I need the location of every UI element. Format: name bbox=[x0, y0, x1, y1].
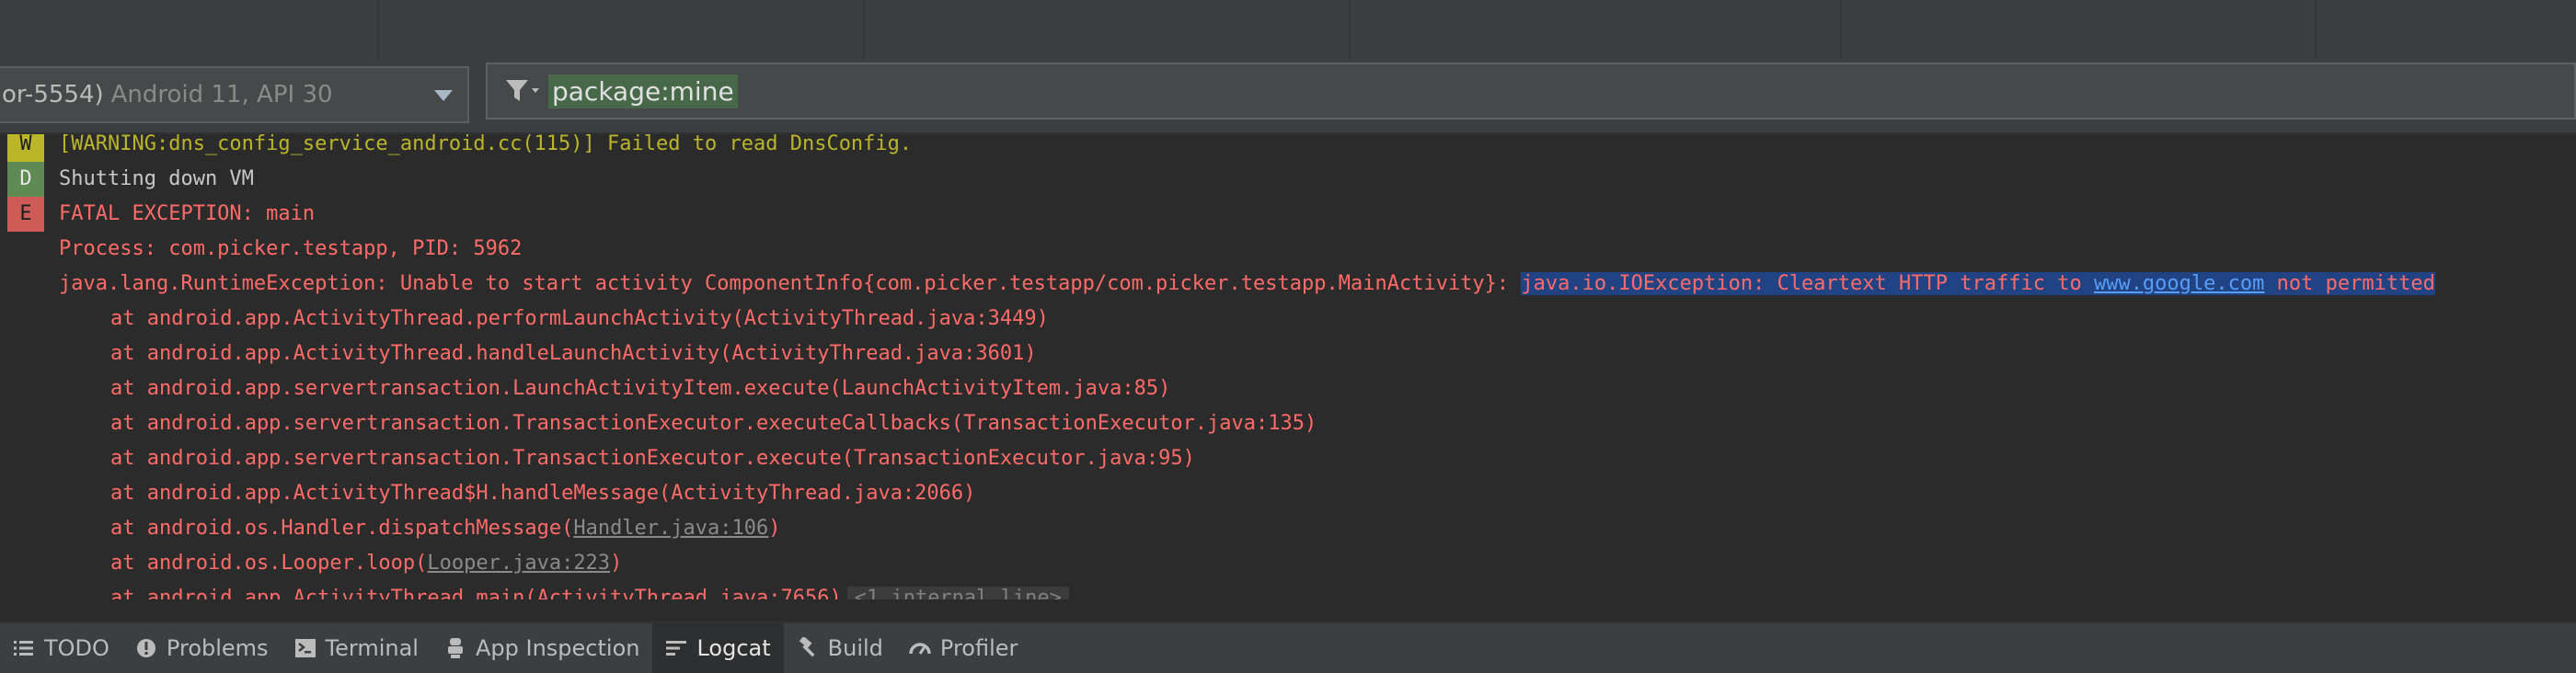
tab-label: Logcat bbox=[696, 635, 771, 661]
tab-label: Build bbox=[827, 635, 883, 661]
strip-separator bbox=[2315, 0, 2317, 59]
stack-frame-text: at android.app.ActivityThread.main(Activ… bbox=[110, 581, 1069, 599]
stack-frame: at android.os.Handler.dispatchMessage(Ha… bbox=[0, 511, 2576, 546]
strip-separator bbox=[1349, 0, 1351, 59]
gauge-icon bbox=[909, 637, 931, 659]
level-badge-error: E bbox=[7, 197, 44, 232]
tool-window-bar: TODO Problems Terminal App Inspection Lo… bbox=[0, 622, 2576, 673]
device-selector[interactable]: or-5554) Android 11, API 30 bbox=[0, 66, 469, 123]
stack-frame-text: at android.os.Handler.dispatchMessage(Ha… bbox=[110, 511, 781, 546]
logcat-icon bbox=[665, 637, 687, 659]
logcat-header: or-5554) Android 11, API 30 package:mine bbox=[0, 59, 2576, 134]
tab-build[interactable]: Build bbox=[784, 623, 896, 673]
stack-frame: at android.app.ActivityThread.handleLaun… bbox=[0, 336, 2576, 371]
device-name: or-5554) bbox=[2, 81, 104, 108]
selected-text-part: java.io.IOException: Cleartext HTTP traf… bbox=[1521, 272, 2094, 295]
frame-suffix: ) bbox=[610, 552, 623, 575]
stack-frame-text: at android.app.servertransaction.Transac… bbox=[110, 412, 1317, 435]
stack-frame: at android.os.Looper.loop(Looper.java:22… bbox=[0, 546, 2576, 581]
top-toolbar-strip bbox=[0, 0, 2576, 60]
source-link[interactable]: Looper.java:223 bbox=[427, 552, 610, 575]
device-api-level: Android 11, API 30 bbox=[110, 81, 333, 108]
warning-circle-icon bbox=[135, 637, 157, 659]
stack-frame: at android.app.ActivityThread.main(Activ… bbox=[0, 581, 2576, 599]
frame-prefix: at android.os.Handler.dispatchMessage( bbox=[110, 517, 574, 540]
log-line: E FATAL EXCEPTION: main bbox=[0, 197, 2576, 232]
log-line: D Shutting down VM bbox=[0, 162, 2576, 197]
logcat-filter-input[interactable]: package:mine bbox=[486, 63, 2576, 120]
stack-frame-text: at android.app.ActivityThread$H.handleMe… bbox=[110, 482, 976, 505]
chevron-down-icon[interactable] bbox=[434, 90, 453, 101]
exception-message: java.lang.RuntimeException: Unable to st… bbox=[59, 267, 2435, 302]
strip-separator bbox=[1840, 0, 1842, 59]
stack-frame: at android.app.ActivityThread.performLau… bbox=[0, 302, 2576, 336]
log-message: Shutting down VM bbox=[59, 167, 254, 190]
filter-query[interactable]: package:mine bbox=[548, 74, 738, 108]
tab-label: TODO bbox=[44, 635, 109, 661]
exception-line: java.lang.RuntimeException: Unable to st… bbox=[0, 267, 2576, 302]
stack-frame-text: at android.os.Looper.loop(Looper.java:22… bbox=[110, 546, 622, 581]
inspection-icon bbox=[444, 637, 466, 659]
list-icon bbox=[13, 637, 35, 659]
stack-frame-text: at android.app.servertransaction.LaunchA… bbox=[110, 377, 1171, 400]
stack-frame-text: at android.app.servertransaction.Transac… bbox=[110, 447, 1195, 470]
stack-frame: at android.app.servertransaction.LaunchA… bbox=[0, 371, 2576, 406]
frame-suffix: ) bbox=[768, 517, 781, 540]
tab-label: Problems bbox=[166, 635, 269, 661]
log-message: Process: com.picker.testapp, PID: 5962 bbox=[59, 237, 523, 260]
stack-frame-text: at android.app.ActivityThread.performLau… bbox=[110, 307, 1049, 330]
tab-problems[interactable]: Problems bbox=[122, 623, 282, 673]
terminal-icon bbox=[294, 637, 316, 659]
tab-todo[interactable]: TODO bbox=[0, 623, 122, 673]
strip-separator bbox=[863, 0, 865, 59]
tab-terminal[interactable]: Terminal bbox=[282, 623, 431, 673]
stack-frame: at android.app.servertransaction.Transac… bbox=[0, 441, 2576, 476]
tab-label: App Inspection bbox=[475, 635, 640, 661]
source-link[interactable]: Handler.java:106 bbox=[573, 517, 768, 540]
tab-logcat[interactable]: Logcat bbox=[652, 623, 784, 673]
hammer-icon bbox=[797, 635, 819, 659]
frame-prefix: at android.app.ActivityThread.main(Activ… bbox=[110, 587, 842, 599]
tab-label: Terminal bbox=[325, 635, 419, 661]
level-badge-warn: W bbox=[7, 134, 44, 162]
url-link[interactable]: www.google.com bbox=[2094, 272, 2264, 295]
selected-text[interactable]: java.io.IOException: Cleartext HTTP traf… bbox=[1521, 272, 2435, 295]
stack-frame: at android.app.servertransaction.Transac… bbox=[0, 406, 2576, 441]
stack-frame-text: at android.app.ActivityThread.handleLaun… bbox=[110, 342, 1037, 365]
log-line: W [WARNING:dns_config_service_android.cc… bbox=[0, 134, 2576, 162]
logcat-output[interactable]: W [WARNING:dns_config_service_android.cc… bbox=[0, 134, 2576, 599]
log-message: FATAL EXCEPTION: main bbox=[59, 202, 316, 225]
log-message: [WARNING:dns_config_service_android.cc(1… bbox=[59, 134, 913, 155]
filter-icon[interactable] bbox=[504, 77, 541, 105]
level-badge-debug: D bbox=[7, 162, 44, 197]
exception-prefix: java.lang.RuntimeException: Unable to st… bbox=[59, 272, 1522, 295]
folded-lines-toggle[interactable]: <1 internal line> bbox=[846, 587, 1069, 599]
strip-separator bbox=[377, 0, 379, 59]
tab-label: Profiler bbox=[939, 635, 1018, 661]
selected-text-part: not permitted bbox=[2264, 272, 2435, 295]
tab-profiler[interactable]: Profiler bbox=[896, 623, 1031, 673]
frame-prefix: at android.os.Looper.loop( bbox=[110, 552, 428, 575]
stack-frame: at android.app.ActivityThread$H.handleMe… bbox=[0, 476, 2576, 511]
tab-app-inspection[interactable]: App Inspection bbox=[431, 623, 652, 673]
log-line: Process: com.picker.testapp, PID: 5962 bbox=[0, 232, 2576, 267]
